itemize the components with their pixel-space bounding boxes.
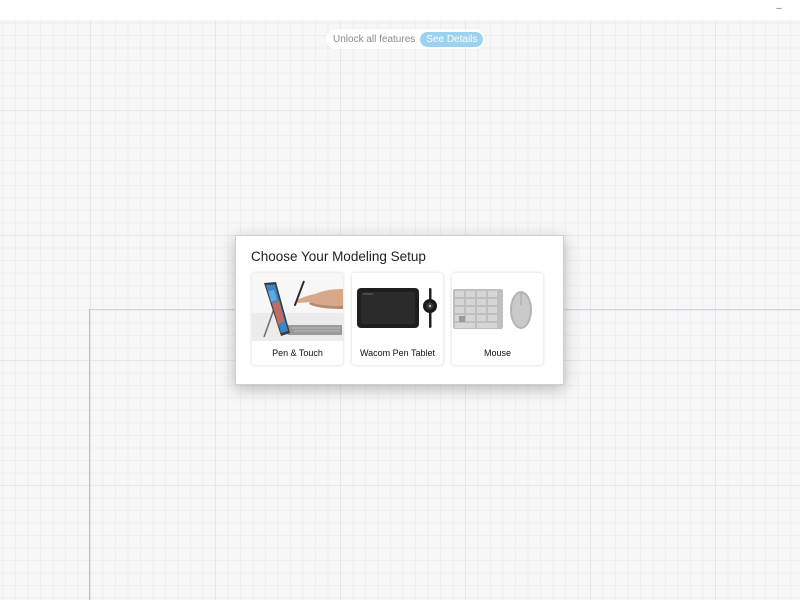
mouse-keyboard-icon xyxy=(452,273,543,341)
option-label-pen-touch: Pen & Touch xyxy=(272,348,323,358)
option-mouse[interactable]: Mouse xyxy=(452,273,543,365)
see-details-button[interactable]: See Details xyxy=(420,31,484,47)
setup-dialog: Choose Your Modeling Setup Pen & Touch W… xyxy=(235,235,564,385)
title-bar: – xyxy=(0,0,800,20)
option-pen-touch[interactable]: Pen & Touch xyxy=(252,273,343,365)
option-wacom-tablet[interactable]: Wacom Pen Tablet xyxy=(352,273,443,365)
y-axis-line xyxy=(89,309,90,600)
upgrade-banner: Unlock all features See Details xyxy=(326,29,486,49)
setup-options: Pen & Touch Wacom Pen Tablet Mouse xyxy=(252,273,543,365)
pen-touch-icon xyxy=(252,273,343,341)
wacom-tablet-icon xyxy=(352,273,443,341)
upgrade-text: Unlock all features xyxy=(333,33,416,45)
option-label-wacom-tablet: Wacom Pen Tablet xyxy=(359,348,436,358)
option-label-mouse: Mouse xyxy=(483,348,511,358)
dialog-title: Choose Your Modeling Setup xyxy=(251,249,426,264)
minimize-button[interactable]: – xyxy=(772,2,786,16)
